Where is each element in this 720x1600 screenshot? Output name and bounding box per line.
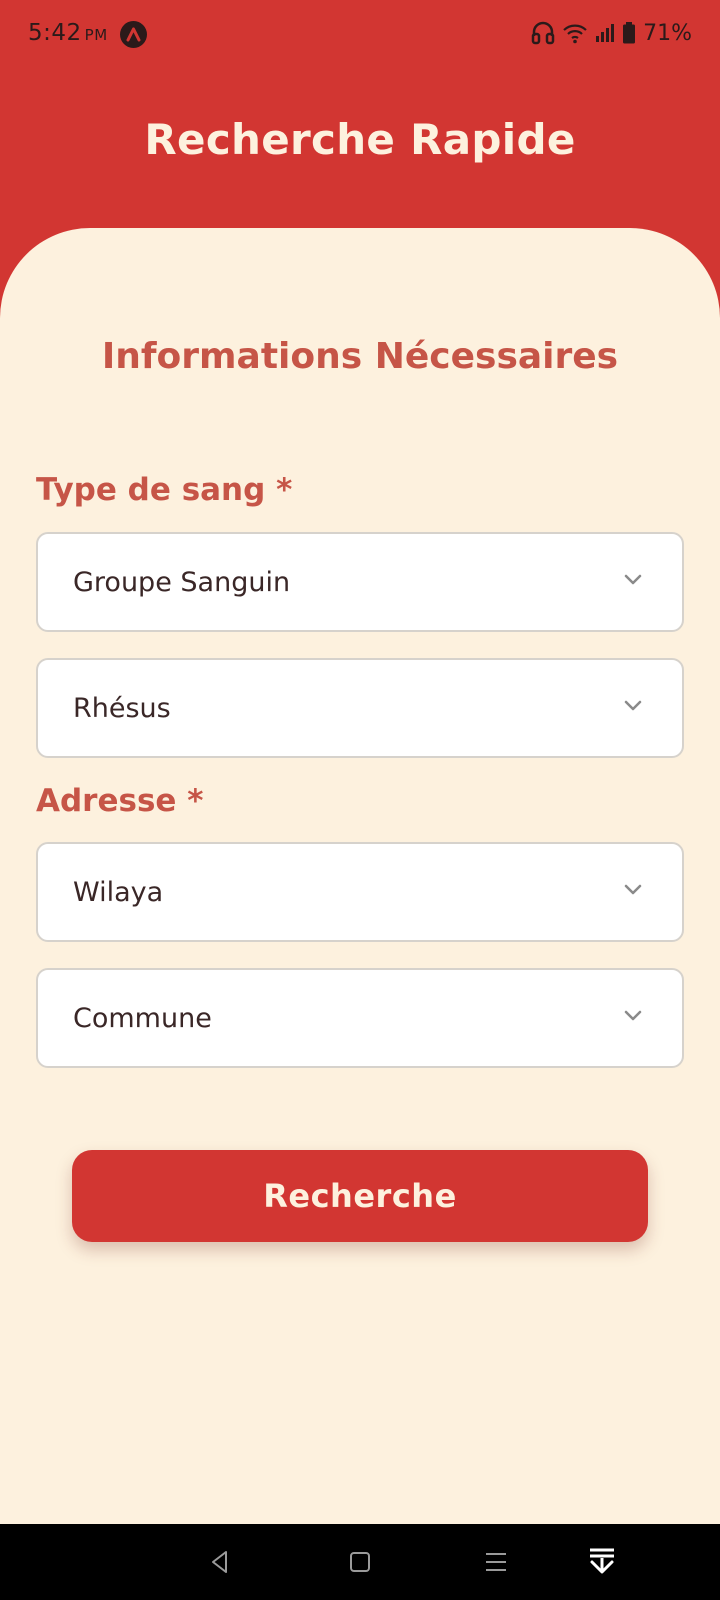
wifi-icon — [562, 22, 588, 44]
wilaya-select[interactable]: Wilaya — [36, 842, 684, 942]
search-button[interactable]: Recherche — [72, 1150, 648, 1242]
rhesus-select[interactable]: Rhésus — [36, 658, 684, 758]
chevron-down-icon — [624, 884, 642, 895]
section-title: Informations Nécessaires — [101, 336, 619, 377]
status-time-value: 5:42 — [28, 20, 82, 46]
chevron-down-icon — [624, 1010, 642, 1021]
address-label: Adresse * — [36, 783, 204, 819]
wilaya-select-text: Wilaya — [73, 876, 164, 908]
status-bar: 5:42 PM 71% — [0, 0, 720, 70]
download-icon[interactable] — [584, 1544, 620, 1580]
form-sheet: Informations Nécessaires Type de sang * … — [0, 228, 720, 1524]
commune-select[interactable]: Commune — [36, 968, 684, 1068]
battery-icon — [622, 22, 636, 44]
headphones-icon — [531, 20, 555, 46]
commune-select-text: Commune — [73, 1002, 212, 1034]
blood-type-label: Type de sang * — [36, 472, 293, 508]
back-icon[interactable] — [202, 1544, 238, 1580]
home-icon[interactable] — [342, 1544, 378, 1580]
rhesus-select-text: Rhésus — [73, 692, 171, 724]
chevron-down-icon — [624, 574, 642, 585]
menu-icon[interactable] — [478, 1544, 514, 1580]
navigation-bar — [0, 1524, 720, 1600]
chevron-down-icon — [624, 700, 642, 711]
blood-group-select[interactable]: Groupe Sanguin — [36, 532, 684, 632]
blood-group-select-text: Groupe Sanguin — [73, 566, 291, 598]
app-notification-icon — [120, 21, 147, 48]
page-title: Recherche Rapide — [144, 115, 576, 164]
status-time: 5:42 PM — [28, 20, 108, 46]
signal-icon — [595, 23, 615, 43]
status-time-ampm: PM — [84, 26, 108, 44]
battery-percent: 71% — [643, 20, 692, 46]
status-icons: 71% — [531, 20, 692, 46]
